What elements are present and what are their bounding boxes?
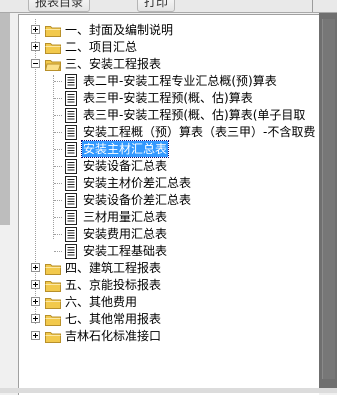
tree-leaf-label: 安装费用汇总表 <box>83 227 168 241</box>
tree-node-label: 吉林石化标准接口 <box>65 329 162 343</box>
tree-leaf-report[interactable]: 安装费用汇总表 <box>19 225 319 243</box>
tree-node-install-reports[interactable]: 三、安装工程报表 <box>19 55 319 73</box>
tree-leaf-label: 安装工程概（预）算表（表三甲）-不含取费 <box>83 125 316 139</box>
expand-icon[interactable] <box>31 263 40 272</box>
tree-leaf-label: 表二甲-安装工程专业汇总概(预)算表 <box>83 74 277 88</box>
tree-node-label: 七、其他常用报表 <box>65 312 162 326</box>
tree-leaf-report[interactable]: 安装设备汇总表 <box>19 157 319 175</box>
tree-leaf-label: 表三甲-安装工程预(概、估)算表 <box>83 91 253 105</box>
collapse-icon[interactable] <box>31 59 40 68</box>
tree-leaf-label: 安装设备价差汇总表 <box>83 193 192 207</box>
bottom-border <box>0 388 337 393</box>
expand-icon[interactable] <box>31 42 40 51</box>
tree-leaf-label: 安装主材价差汇总表 <box>83 176 192 190</box>
tree-node-label: 二、项目汇总 <box>65 40 138 54</box>
folder-icon <box>45 332 61 343</box>
folder-icon <box>45 315 61 326</box>
tree-node-project-summary[interactable]: 二、项目汇总 <box>19 38 319 56</box>
tree-node-other-common[interactable]: 七、其他常用报表 <box>19 310 319 328</box>
report-doc-icon <box>65 159 77 174</box>
tree-leaf-report[interactable]: 安装工程概（预）算表（表三甲）-不含取费 <box>19 123 319 141</box>
tree-node-jingneng-bid[interactable]: 五、京能投标报表 <box>19 276 319 294</box>
scrollbar-track[interactable] <box>322 19 335 379</box>
tree-node-label: 六、其他费用 <box>65 295 138 309</box>
report-doc-icon <box>65 227 77 242</box>
folder-icon <box>45 298 61 309</box>
report-tree: 一、封面及编制说明 二、项目汇总 三、安装工程报表 表二甲-安装工程专业汇总概(… <box>18 14 319 395</box>
report-doc-icon <box>65 125 77 140</box>
folder-icon <box>45 281 61 292</box>
report-catalog-button[interactable]: 报表目录 <box>28 0 91 12</box>
tree-leaf-report-selected[interactable]: 安装主材汇总表 <box>19 140 319 158</box>
report-doc-icon <box>65 142 77 157</box>
folder-icon <box>45 264 61 275</box>
tree-leaf-label: 安装设备汇总表 <box>83 159 168 173</box>
tree-leaf-report[interactable]: 三材用量汇总表 <box>19 208 319 226</box>
expand-icon[interactable] <box>31 280 40 289</box>
report-doc-icon <box>65 176 77 191</box>
tree-leaf-report[interactable]: 表三甲-安装工程预(概、估)算表 <box>19 89 319 107</box>
report-doc-icon <box>65 210 77 225</box>
tree-leaf-report[interactable]: 表三甲-安装工程预(概、估)算表(单子目取 <box>19 106 319 124</box>
report-doc-icon <box>65 91 77 106</box>
toolbar: 报表目录 打印 <box>0 0 337 13</box>
tree-node-label: 四、建筑工程报表 <box>65 261 162 275</box>
expand-icon[interactable] <box>31 314 40 323</box>
tree-leaf-report[interactable]: 安装工程基础表 <box>19 242 319 260</box>
tree-leaf-label: 安装工程基础表 <box>83 244 168 258</box>
report-doc-icon <box>65 244 77 259</box>
folder-icon <box>45 26 61 37</box>
tree-node-label: 五、京能投标报表 <box>65 278 162 292</box>
tree-node-jilin-interface[interactable]: 吉林石化标准接口 <box>19 327 319 345</box>
tree-leaf-label: 表三甲-安装工程预(概、估)算表(单子目取 <box>83 108 306 122</box>
print-button[interactable]: 打印 <box>137 0 176 12</box>
folder-open-icon <box>45 60 61 71</box>
report-doc-icon <box>65 193 77 208</box>
tree-leaf-label: 三材用量汇总表 <box>83 210 168 224</box>
tree-leaf-label: 安装主材汇总表 <box>80 140 170 158</box>
right-panel <box>319 13 337 393</box>
toolbar-divider <box>312 0 313 12</box>
expand-icon[interactable] <box>31 25 40 34</box>
report-doc-icon <box>65 108 77 123</box>
folder-icon <box>45 43 61 54</box>
left-splitter[interactable] <box>0 13 10 225</box>
tree-leaf-report[interactable]: 表二甲-安装工程专业汇总概(预)算表 <box>19 72 319 90</box>
tree-node-cover[interactable]: 一、封面及编制说明 <box>19 21 319 39</box>
tree-node-building-reports[interactable]: 四、建筑工程报表 <box>19 259 319 277</box>
tree-node-label: 三、安装工程报表 <box>65 57 162 71</box>
expand-icon[interactable] <box>31 297 40 306</box>
tree-leaf-report[interactable]: 安装主材价差汇总表 <box>19 174 319 192</box>
expand-icon[interactable] <box>31 331 40 340</box>
tree-node-other-fees[interactable]: 六、其他费用 <box>19 293 319 311</box>
tree-node-label: 一、封面及编制说明 <box>65 23 174 37</box>
tree-leaf-report[interactable]: 安装设备价差汇总表 <box>19 191 319 209</box>
report-doc-icon <box>65 74 77 89</box>
